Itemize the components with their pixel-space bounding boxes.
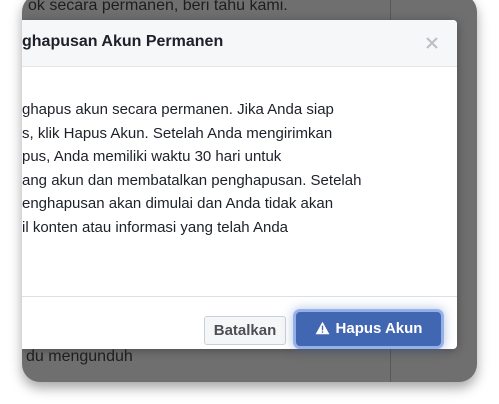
delete-account-dialog: ghapusan Akun Permanen ghapus akun secar… — [22, 20, 457, 349]
delete-account-label: Hapus Akun — [335, 320, 423, 337]
warning-icon — [315, 321, 329, 335]
dialog-header: ghapusan Akun Permanen — [22, 20, 457, 67]
body-line: ghapus akun secara permanen. Jika Anda s… — [22, 101, 334, 118]
body-line: ang akun dan membatalkan penghapusan. Se… — [22, 171, 362, 189]
body-line: il konten atau informasi yang telah Anda — [22, 218, 289, 236]
dialog-title: ghapusan Akun Permanen — [22, 33, 224, 50]
screenshot-stage: ok secara permanen, beri tahu kami. ghap… — [0, 0, 499, 404]
body-line: s, klik Hapus Akun. Setelah Anda mengiri… — [22, 124, 333, 142]
dialog-body: ghapus akun secara permanen. Jika Anda s… — [22, 98, 452, 239]
dialog-footer: Batalkan Hapus Akun — [22, 296, 457, 349]
close-icon-glyph — [426, 37, 438, 49]
delete-account-button[interactable]: Hapus Akun — [296, 312, 441, 346]
close-icon[interactable] — [422, 33, 442, 53]
background-text-bottom: du mengunduh — [26, 348, 133, 365]
background-text-top: ok secara permanen, beri tahu kami. — [28, 0, 288, 14]
screen-area: ok secara permanen, beri tahu kami. ghap… — [22, 0, 477, 382]
cancel-button[interactable]: Batalkan — [204, 316, 286, 345]
body-line: enghapusan akan dimulai dan Anda tidak a… — [22, 195, 334, 212]
body-line: pus, Anda memiliki waktu 30 hari untuk — [22, 148, 282, 165]
